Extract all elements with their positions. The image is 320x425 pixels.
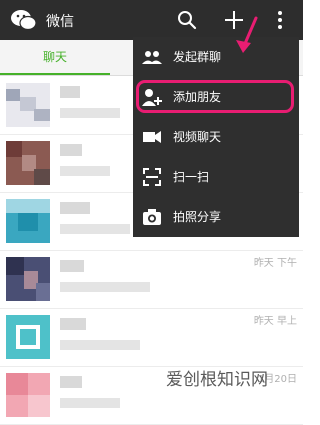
menu-item-video-chat[interactable]: 视频聊天 bbox=[133, 117, 299, 157]
camera-share-icon bbox=[143, 209, 161, 225]
chat-preview-blur bbox=[60, 340, 140, 350]
tab-chat[interactable]: 聊天 bbox=[0, 40, 110, 75]
menu-item-scan[interactable]: 扫一扫 bbox=[133, 157, 299, 197]
chat-preview-blur bbox=[60, 108, 120, 118]
menu-item-add-friend[interactable]: 添加朋友 bbox=[133, 77, 299, 117]
wechat-logo-icon bbox=[11, 10, 37, 31]
search-icon[interactable] bbox=[175, 8, 199, 32]
chat-row[interactable]: 昨天 早上 bbox=[0, 308, 303, 367]
chat-preview-blur bbox=[60, 282, 150, 292]
more-icon[interactable] bbox=[268, 8, 292, 32]
annotation-arrow-icon bbox=[236, 16, 258, 53]
avatar bbox=[6, 83, 50, 127]
chat-name-blur bbox=[60, 202, 90, 214]
menu-item-label: 视频聊天 bbox=[173, 130, 222, 144]
avatar bbox=[6, 373, 50, 417]
avatar bbox=[6, 257, 50, 301]
menu-item-label: 扫一扫 bbox=[173, 170, 210, 184]
chat-name-blur bbox=[60, 318, 86, 330]
avatar bbox=[6, 199, 50, 243]
chat-name-blur bbox=[60, 260, 84, 272]
chat-name-blur bbox=[60, 376, 82, 388]
chat-row[interactable]: 昨天 下午 bbox=[0, 250, 303, 309]
avatar bbox=[6, 315, 50, 359]
highlight-box bbox=[136, 80, 294, 113]
app-title: 微信 bbox=[46, 14, 74, 30]
chat-name-blur bbox=[60, 144, 82, 156]
chat-name-blur bbox=[60, 86, 80, 98]
menu-item-label: 拍照分享 bbox=[173, 210, 222, 224]
menu-item-camera-share[interactable]: 拍照分享 bbox=[133, 197, 299, 237]
chat-preview-blur bbox=[60, 224, 130, 234]
scan-icon bbox=[143, 168, 161, 186]
menu-item-label: 发起群聊 bbox=[173, 50, 222, 64]
watermark: 爱创根知识网 bbox=[166, 370, 268, 390]
group-chat-icon bbox=[142, 51, 162, 64]
plus-popup-menu: 发起群聊 添加朋友 视频聊天 扫一扫 拍照分享 bbox=[133, 37, 299, 237]
chat-time: 昨天 下午 bbox=[253, 258, 297, 269]
video-chat-icon bbox=[143, 131, 161, 143]
avatar bbox=[6, 141, 50, 185]
chat-time: 昨天 早上 bbox=[253, 316, 297, 327]
chat-preview-blur bbox=[60, 166, 110, 176]
chat-preview-blur bbox=[60, 398, 120, 408]
menu-item-group-chat[interactable]: 发起群聊 bbox=[133, 37, 299, 77]
